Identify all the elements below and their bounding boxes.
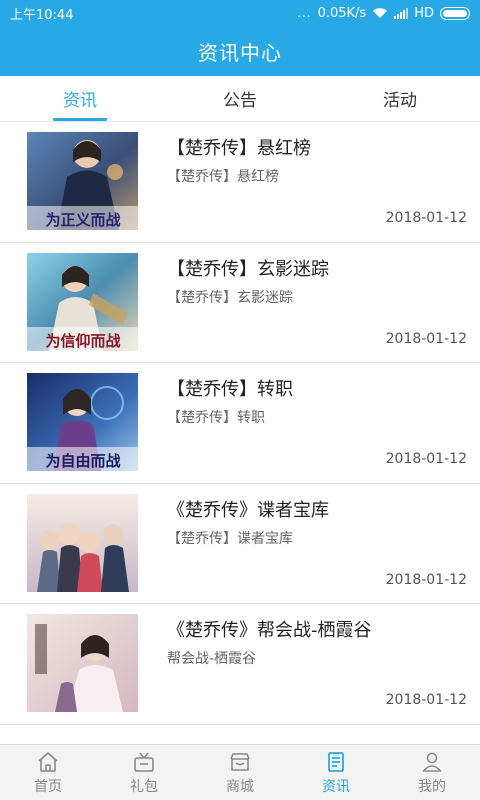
tab-news[interactable]: 资讯 bbox=[0, 76, 160, 121]
tab-active-indicator bbox=[53, 118, 107, 121]
item-date: 2018-01-12 bbox=[385, 571, 467, 588]
item-title: 【楚乔传】转职 bbox=[167, 379, 293, 400]
nav-shop[interactable]: 商城 bbox=[192, 745, 288, 800]
item-date: 2018-01-12 bbox=[385, 692, 467, 708]
tab-announcement[interactable]: 公告 bbox=[160, 76, 320, 121]
thumbnail-banner-text: 为信仰而战 bbox=[45, 332, 120, 350]
gift-tv-icon bbox=[134, 752, 154, 772]
item-subtitle: 【楚乔传】悬红榜 bbox=[167, 169, 279, 185]
list-item[interactable]: 为正义而战 【楚乔传】悬红榜 【楚乔传】悬红榜 2018-01-12 bbox=[0, 122, 480, 243]
status-dots: ... bbox=[297, 6, 312, 20]
status-hd: HD bbox=[414, 5, 434, 21]
thumbnail-banner-text: 为正义而战 bbox=[45, 211, 120, 229]
item-date: 2018-01-12 bbox=[385, 210, 467, 226]
status-time: 上午10:44 bbox=[10, 7, 74, 23]
list-item[interactable]: 为信仰而战 【楚乔传】玄影迷踪 【楚乔传】玄影迷踪 2018-01-12 bbox=[0, 243, 480, 363]
thumbnail-banner-text: 为自由而战 bbox=[45, 452, 120, 470]
list-item[interactable]: 《楚乔传》谍者宝库 【楚乔传】谍者宝库 2018-01-12 bbox=[0, 484, 480, 604]
header: 资讯中心 bbox=[0, 26, 480, 76]
news-thumbnail: 为正义而战 bbox=[27, 132, 138, 230]
nav-home[interactable]: 首页 bbox=[0, 745, 96, 800]
nav-news[interactable]: 资讯 bbox=[288, 745, 384, 800]
nav-label: 我的 bbox=[418, 778, 446, 795]
home-icon bbox=[38, 751, 58, 772]
item-subtitle: 【楚乔传】谍者宝库 bbox=[167, 530, 293, 547]
page-title: 资讯中心 bbox=[198, 40, 282, 65]
item-subtitle: 帮会战-栖霞谷 bbox=[167, 651, 257, 667]
list-item[interactable]: 《楚乔传》帮会战-栖霞谷 帮会战-栖霞谷 2018-01-12 bbox=[0, 604, 480, 725]
nav-label: 资讯 bbox=[322, 778, 350, 795]
bottom-nav: 首页 礼包 商城 资讯 我的 bbox=[0, 744, 480, 800]
nav-label: 首页 bbox=[34, 778, 62, 795]
item-subtitle: 【楚乔传】转职 bbox=[167, 410, 265, 426]
nav-label: 礼包 bbox=[130, 778, 158, 795]
shop-icon bbox=[230, 752, 250, 771]
item-title: 【楚乔传】悬红榜 bbox=[167, 138, 311, 159]
wifi-icon bbox=[373, 8, 388, 18]
tab-label: 活动 bbox=[383, 91, 417, 111]
nav-gift[interactable]: 礼包 bbox=[96, 745, 192, 800]
tab-label: 资讯 bbox=[63, 91, 97, 111]
item-title: 《楚乔传》帮会战-栖霞谷 bbox=[167, 620, 372, 641]
news-thumbnail bbox=[27, 493, 138, 592]
status-right: ... 0.05K/s HD bbox=[297, 6, 470, 21]
battery-icon bbox=[440, 6, 470, 20]
news-thumbnail: 为自由而战 bbox=[27, 373, 138, 471]
item-title: 《楚乔传》谍者宝库 bbox=[167, 499, 329, 521]
status-network-speed: 0.05K/s bbox=[317, 5, 367, 21]
item-subtitle: 【楚乔传】玄影迷踪 bbox=[167, 289, 293, 306]
item-title: 【楚乔传】玄影迷踪 bbox=[167, 258, 329, 280]
signal-icon bbox=[394, 7, 409, 19]
profile-icon bbox=[422, 752, 442, 772]
list-item[interactable]: 为自由而战 【楚乔传】转职 【楚乔传】转职 2018-01-12 bbox=[0, 363, 480, 484]
news-thumbnail bbox=[27, 614, 138, 712]
tab-activity[interactable]: 活动 bbox=[320, 76, 480, 121]
item-date: 2018-01-12 bbox=[385, 330, 467, 347]
tab-label: 公告 bbox=[223, 91, 257, 111]
nav-profile[interactable]: 我的 bbox=[384, 745, 480, 800]
news-icon bbox=[328, 751, 344, 772]
status-bar: 上午10:44 ... 0.05K/s HD bbox=[0, 0, 480, 26]
news-list: 为正义而战 【楚乔传】悬红榜 【楚乔传】悬红榜 2018-01-12 为信仰而战 bbox=[0, 122, 480, 725]
news-thumbnail: 为信仰而战 bbox=[27, 252, 138, 351]
nav-label: 商城 bbox=[226, 778, 254, 795]
item-date: 2018-01-12 bbox=[385, 451, 467, 467]
tab-bar: 资讯 公告 活动 bbox=[0, 76, 480, 122]
